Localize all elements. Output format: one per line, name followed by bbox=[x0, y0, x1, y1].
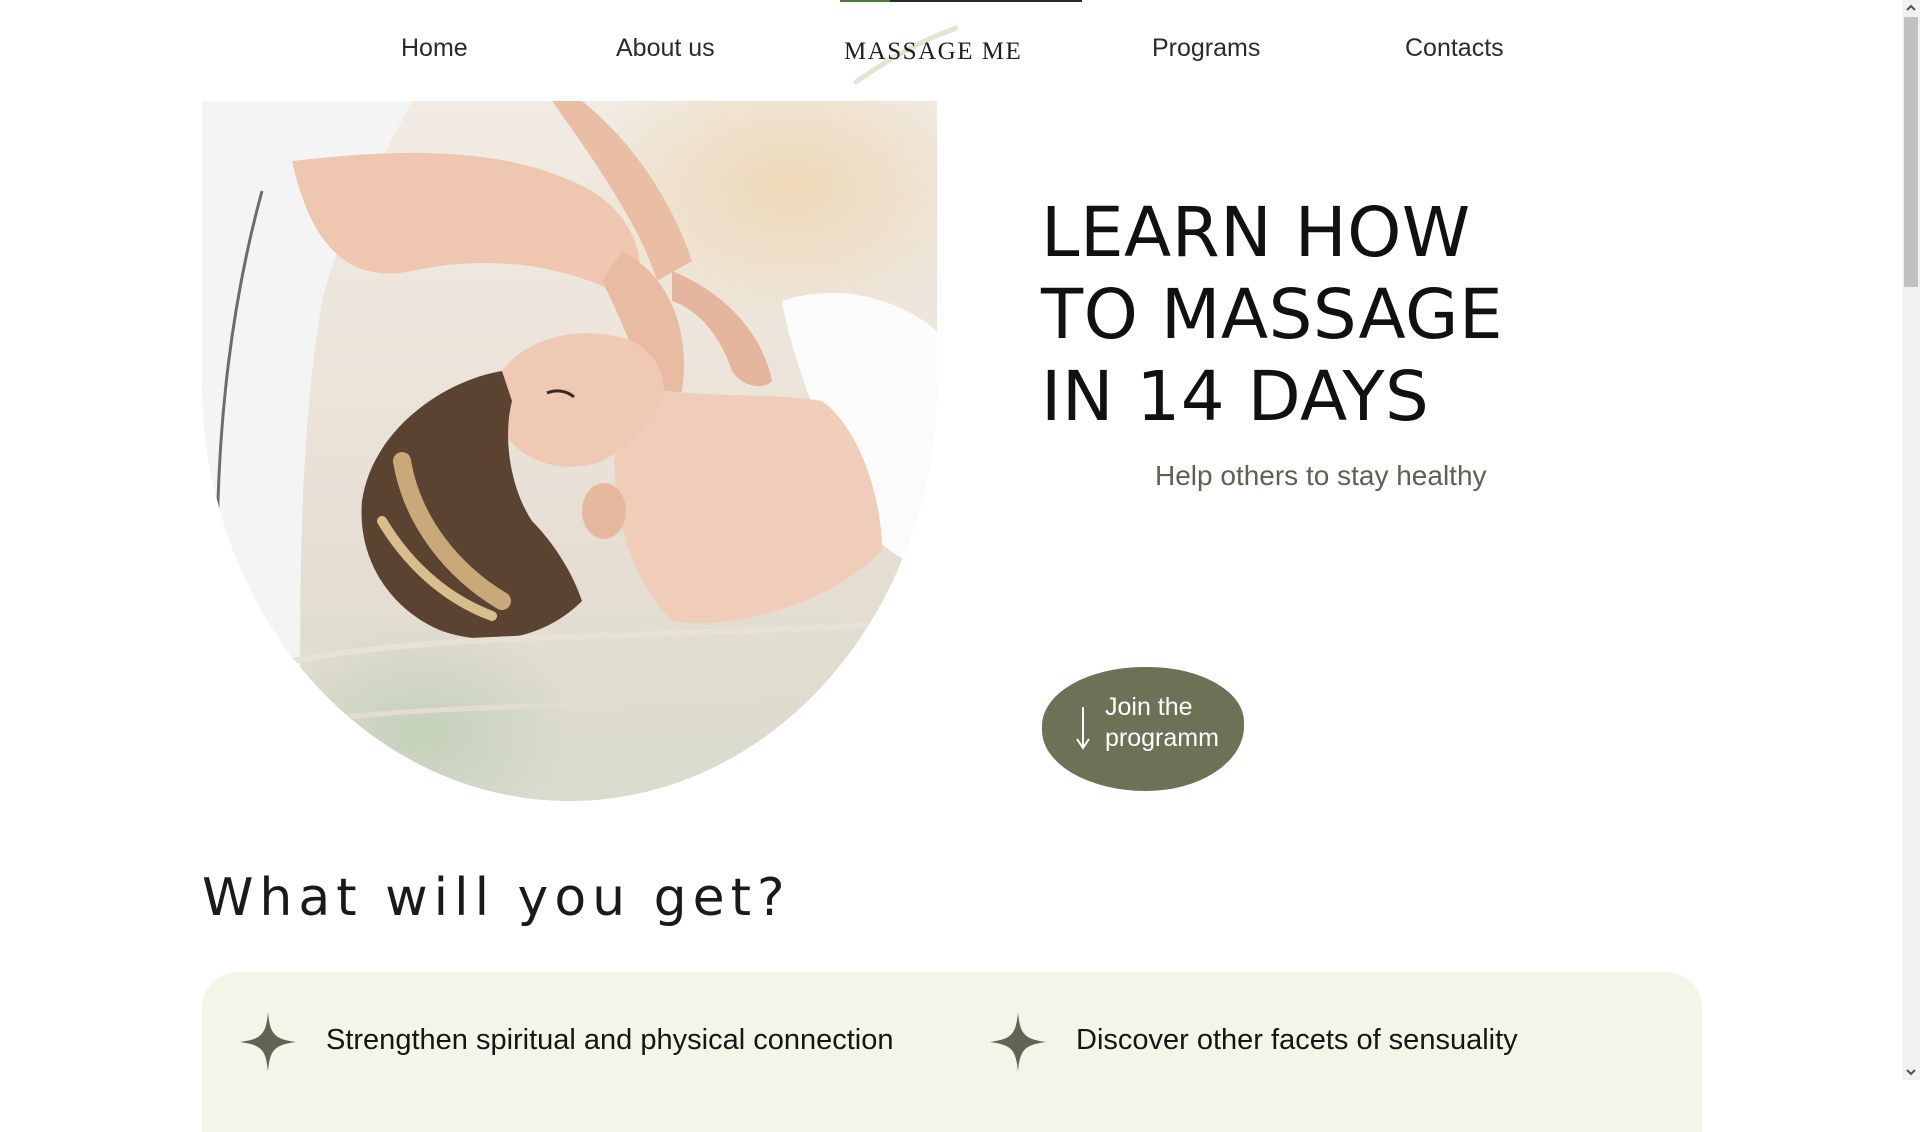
hero-massage-image bbox=[202, 101, 937, 801]
hero-title: LEARN HOW TO MASSAGE IN 14 DAYS bbox=[1041, 192, 1503, 438]
vertical-scrollbar[interactable] bbox=[1902, 0, 1920, 1080]
logo-text: MASSAGE ME bbox=[844, 38, 1023, 65]
nav-link-about-us[interactable]: About us bbox=[616, 34, 715, 63]
nav-link-programs[interactable]: Programs bbox=[1152, 34, 1260, 63]
scrollbar-thumb[interactable] bbox=[1904, 17, 1918, 287]
sparkle-star-icon bbox=[990, 1012, 1046, 1072]
top-navigation: Home About us MASSAGE ME Programs Contac… bbox=[0, 0, 1900, 100]
section-title: What will you get? bbox=[202, 868, 791, 928]
site-logo[interactable]: MASSAGE ME bbox=[840, 0, 1082, 100]
logo-top-line bbox=[840, 0, 1082, 2]
benefits-panel: Strengthen spiritual and physical connec… bbox=[202, 972, 1702, 1132]
chevron-down-icon bbox=[1906, 1069, 1916, 1076]
hero-title-line-3: IN 14 DAYS bbox=[1041, 357, 1430, 437]
arrow-down-icon bbox=[1076, 707, 1090, 750]
chevron-up-icon bbox=[1906, 4, 1916, 11]
cta-label-line-1: Join the bbox=[1105, 693, 1193, 721]
cta-label-line-2: programm bbox=[1105, 724, 1219, 752]
massage-photo-icon bbox=[202, 101, 937, 801]
benefit-text: Discover other facets of sensuality bbox=[1076, 1024, 1518, 1056]
benefit-text: Strengthen spiritual and physical connec… bbox=[326, 1024, 894, 1056]
hero-title-line-2: TO MASSAGE bbox=[1041, 275, 1504, 355]
join-the-programm-button[interactable]: Join the programm bbox=[1042, 667, 1244, 791]
nav-link-home[interactable]: Home bbox=[401, 34, 468, 63]
nav-link-contacts[interactable]: Contacts bbox=[1405, 34, 1504, 63]
scroll-down-button[interactable] bbox=[1902, 1063, 1920, 1080]
scroll-up-button[interactable] bbox=[1902, 0, 1920, 17]
cta-label: Join the programm bbox=[1105, 692, 1219, 754]
hero-subtitle: Help others to stay healthy bbox=[1155, 460, 1487, 491]
sparkle-star-icon bbox=[240, 1012, 296, 1072]
hero-title-line-1: LEARN HOW bbox=[1041, 193, 1471, 273]
